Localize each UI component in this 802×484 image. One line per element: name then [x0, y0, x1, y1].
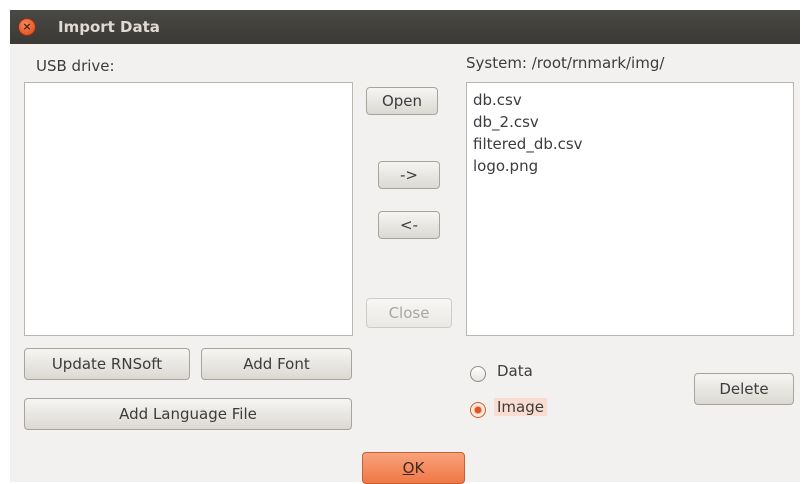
move-right-button[interactable]: ->	[378, 161, 440, 189]
move-left-button[interactable]: <-	[378, 211, 440, 239]
image-radio[interactable]	[470, 402, 486, 418]
system-file-list[interactable]: db.csv db_2.csv filtered_db.csv logo.png	[466, 82, 794, 336]
open-button[interactable]: Open	[366, 87, 438, 115]
ok-button[interactable]: OK	[362, 452, 465, 484]
delete-button[interactable]: Delete	[694, 373, 794, 405]
list-item[interactable]: logo.png	[467, 155, 793, 177]
window-title: Import Data	[58, 18, 160, 36]
data-radio-label[interactable]: Data	[494, 362, 536, 380]
usb-drive-label: USB drive:	[36, 57, 115, 75]
data-radio[interactable]	[470, 366, 486, 382]
ok-label-rest: K	[414, 459, 425, 477]
update-rnsoft-button[interactable]: Update RNSoft	[24, 348, 190, 380]
add-language-file-button[interactable]: Add Language File	[24, 398, 352, 430]
close-window-icon[interactable]: ×	[18, 18, 36, 36]
system-path-label: System: /root/rnmark/img/	[466, 54, 665, 72]
ok-mnemonic: O	[402, 459, 415, 477]
list-item[interactable]: filtered_db.csv	[467, 133, 793, 155]
list-item[interactable]: db_2.csv	[467, 111, 793, 133]
image-radio-label[interactable]: Image	[494, 398, 547, 416]
import-data-dialog: × Import Data USB drive: Open -> <- Clos…	[10, 10, 800, 484]
close-button[interactable]: Close	[366, 298, 452, 328]
usb-drive-list[interactable]	[24, 82, 353, 336]
add-font-button[interactable]: Add Font	[201, 348, 352, 380]
list-item[interactable]: db.csv	[467, 89, 793, 111]
title-bar: × Import Data	[10, 10, 800, 44]
